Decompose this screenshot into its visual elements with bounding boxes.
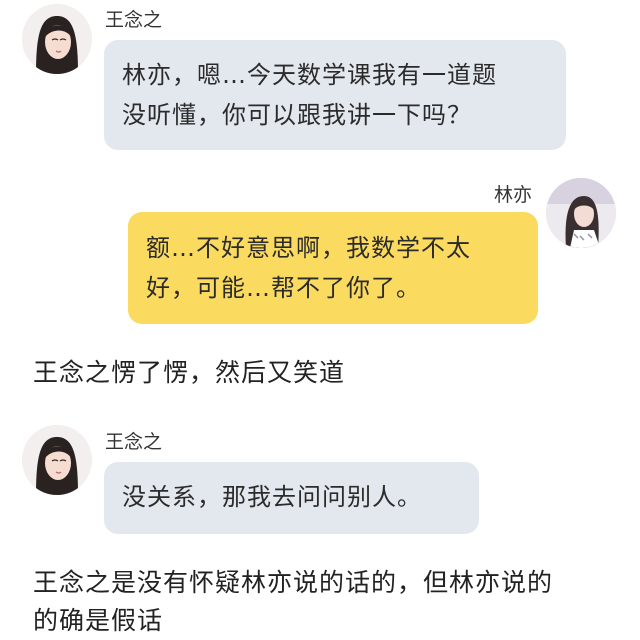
message-text-line: 林亦，嗯…今天数学课我有一道题 (122, 61, 497, 89)
girl-portrait-avatar-icon (22, 425, 92, 495)
message-text-line: 好，可能…帮不了你了。 (146, 274, 421, 302)
message-text-line: 没听懂，你可以跟我讲一下吗？ (122, 101, 472, 129)
message-text-line: 没关系，那我去问问别人。 (122, 483, 422, 511)
narration-line: 王念之愣了愣，然后又笑道 (33, 358, 346, 387)
avatar-wangnianzhi[interactable] (22, 4, 92, 74)
message-text-line: 额…不好意思啊，我数学不太 (146, 234, 471, 262)
narration-text: 王念之愣了愣，然后又笑道 (33, 354, 345, 392)
narration-text: 王念之是没有怀疑林亦说的话的，但林亦说的 的确是假话 (33, 564, 553, 640)
girl-portrait-avatar-icon (22, 4, 92, 74)
message-bubble[interactable]: 没关系，那我去问问别人。 (104, 462, 479, 534)
sender-name: 林亦 (494, 184, 533, 206)
sender-name: 王念之 (105, 431, 163, 453)
narration-line: 王念之是没有怀疑林亦说的话的，但林亦说的 (33, 568, 554, 597)
message-bubble[interactable]: 额…不好意思啊，我数学不太 好，可能…帮不了你了。 (128, 212, 538, 324)
avatar-linyi[interactable] (546, 178, 616, 248)
avatar-wangnianzhi[interactable] (22, 425, 92, 495)
girl-portrait-avatar-icon (546, 178, 616, 248)
sender-name: 王念之 (105, 9, 163, 31)
narration-line: 的确是假话 (33, 606, 164, 635)
message-bubble[interactable]: 林亦，嗯…今天数学课我有一道题 没听懂，你可以跟我讲一下吗？ (104, 40, 566, 150)
